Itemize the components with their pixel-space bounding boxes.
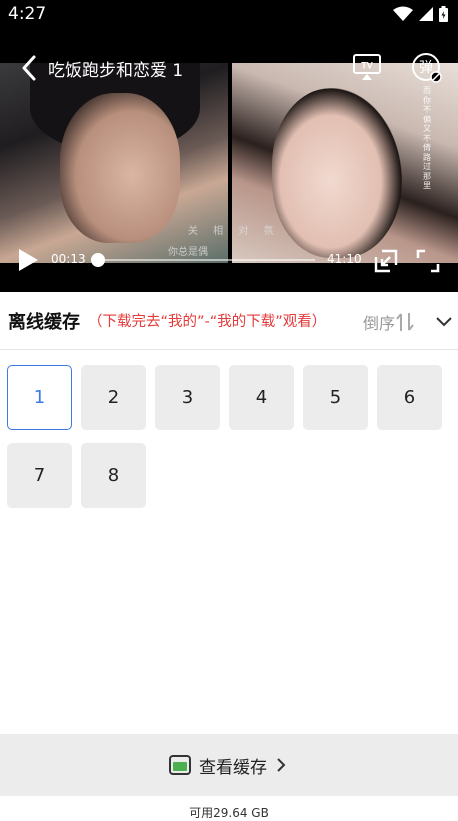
back-button[interactable] <box>12 51 46 85</box>
status-bar: 4:27 <box>0 0 458 28</box>
play-button[interactable] <box>14 246 42 274</box>
episode-8-button[interactable]: 8 <box>81 443 146 508</box>
danmu-icon: 弹 <box>412 53 442 83</box>
collapse-button[interactable] <box>433 310 455 332</box>
danmu-label: 弹 <box>419 60 433 76</box>
tv-cast-icon: TV <box>353 54 381 80</box>
current-time: 00:13 <box>51 252 86 266</box>
episode-4-button[interactable]: 4 <box>229 365 294 430</box>
view-cache-label: 查看缓存 <box>199 757 267 778</box>
picture-in-picture-icon <box>374 249 398 273</box>
fullscreen-icon <box>416 249 440 273</box>
episode-7-button[interactable]: 7 <box>7 443 72 508</box>
status-icons <box>393 6 448 22</box>
sort-label: 倒序 <box>363 314 396 333</box>
cache-hint: （下载完去“我的”-“我的下载”观看） <box>88 314 327 330</box>
svg-text:TV: TV <box>361 61 373 71</box>
episode-5-button[interactable]: 5 <box>303 365 368 430</box>
episode-2-button[interactable]: 2 <box>81 365 146 430</box>
danmu-toggle-button[interactable]: 弹 <box>411 52 443 84</box>
storage-available: 可用29.64 GB <box>189 806 269 820</box>
total-time: 41:10 <box>327 252 362 266</box>
sort-order-button[interactable]: 倒序 <box>363 310 415 334</box>
player-controls: 00:13 41:10 <box>0 240 458 280</box>
view-cache-button[interactable]: 查看缓存 <box>0 734 458 796</box>
battery-icon <box>439 6 448 22</box>
video-title-row: 吃饭跑步和恋爱 1 <box>0 50 458 86</box>
signal-icon <box>419 7 433 21</box>
wifi-icon <box>393 6 413 21</box>
episode-1-button[interactable]: 1 <box>7 365 72 430</box>
video-subtitle-right: 关 相 对 氛 <box>188 226 280 237</box>
back-arrow-icon <box>22 55 36 81</box>
offline-cache-header: 离线缓存 （下载完去“我的”-“我的下载”观看） 倒序 <box>0 292 458 350</box>
progress-thumb[interactable] <box>91 253 106 267</box>
sort-arrows-icon <box>396 313 414 331</box>
chevron-right-icon <box>277 758 286 772</box>
cast-tv-button[interactable]: TV <box>352 52 384 82</box>
danmu-vertical-text: 而你不偏又不倚路过那里 <box>423 86 431 190</box>
folder-icon <box>169 755 191 775</box>
cache-title: 离线缓存 <box>8 311 80 333</box>
video-title: 吃饭跑步和恋爱 1 <box>48 60 184 81</box>
episode-3-button[interactable]: 3 <box>155 365 220 430</box>
episode-6-button[interactable]: 6 <box>377 365 442 430</box>
play-icon <box>19 249 38 271</box>
video-player[interactable]: 你总是偶 关 相 对 氛 吃饭跑步和恋爱 1 TV 弹 而你不偏又不倚路过那里 … <box>0 28 458 292</box>
fullscreen-button[interactable] <box>415 248 441 274</box>
chevron-down-icon <box>436 317 452 327</box>
progress-bar[interactable] <box>91 253 315 267</box>
pip-button[interactable] <box>373 248 399 274</box>
status-time: 4:27 <box>8 4 47 24</box>
